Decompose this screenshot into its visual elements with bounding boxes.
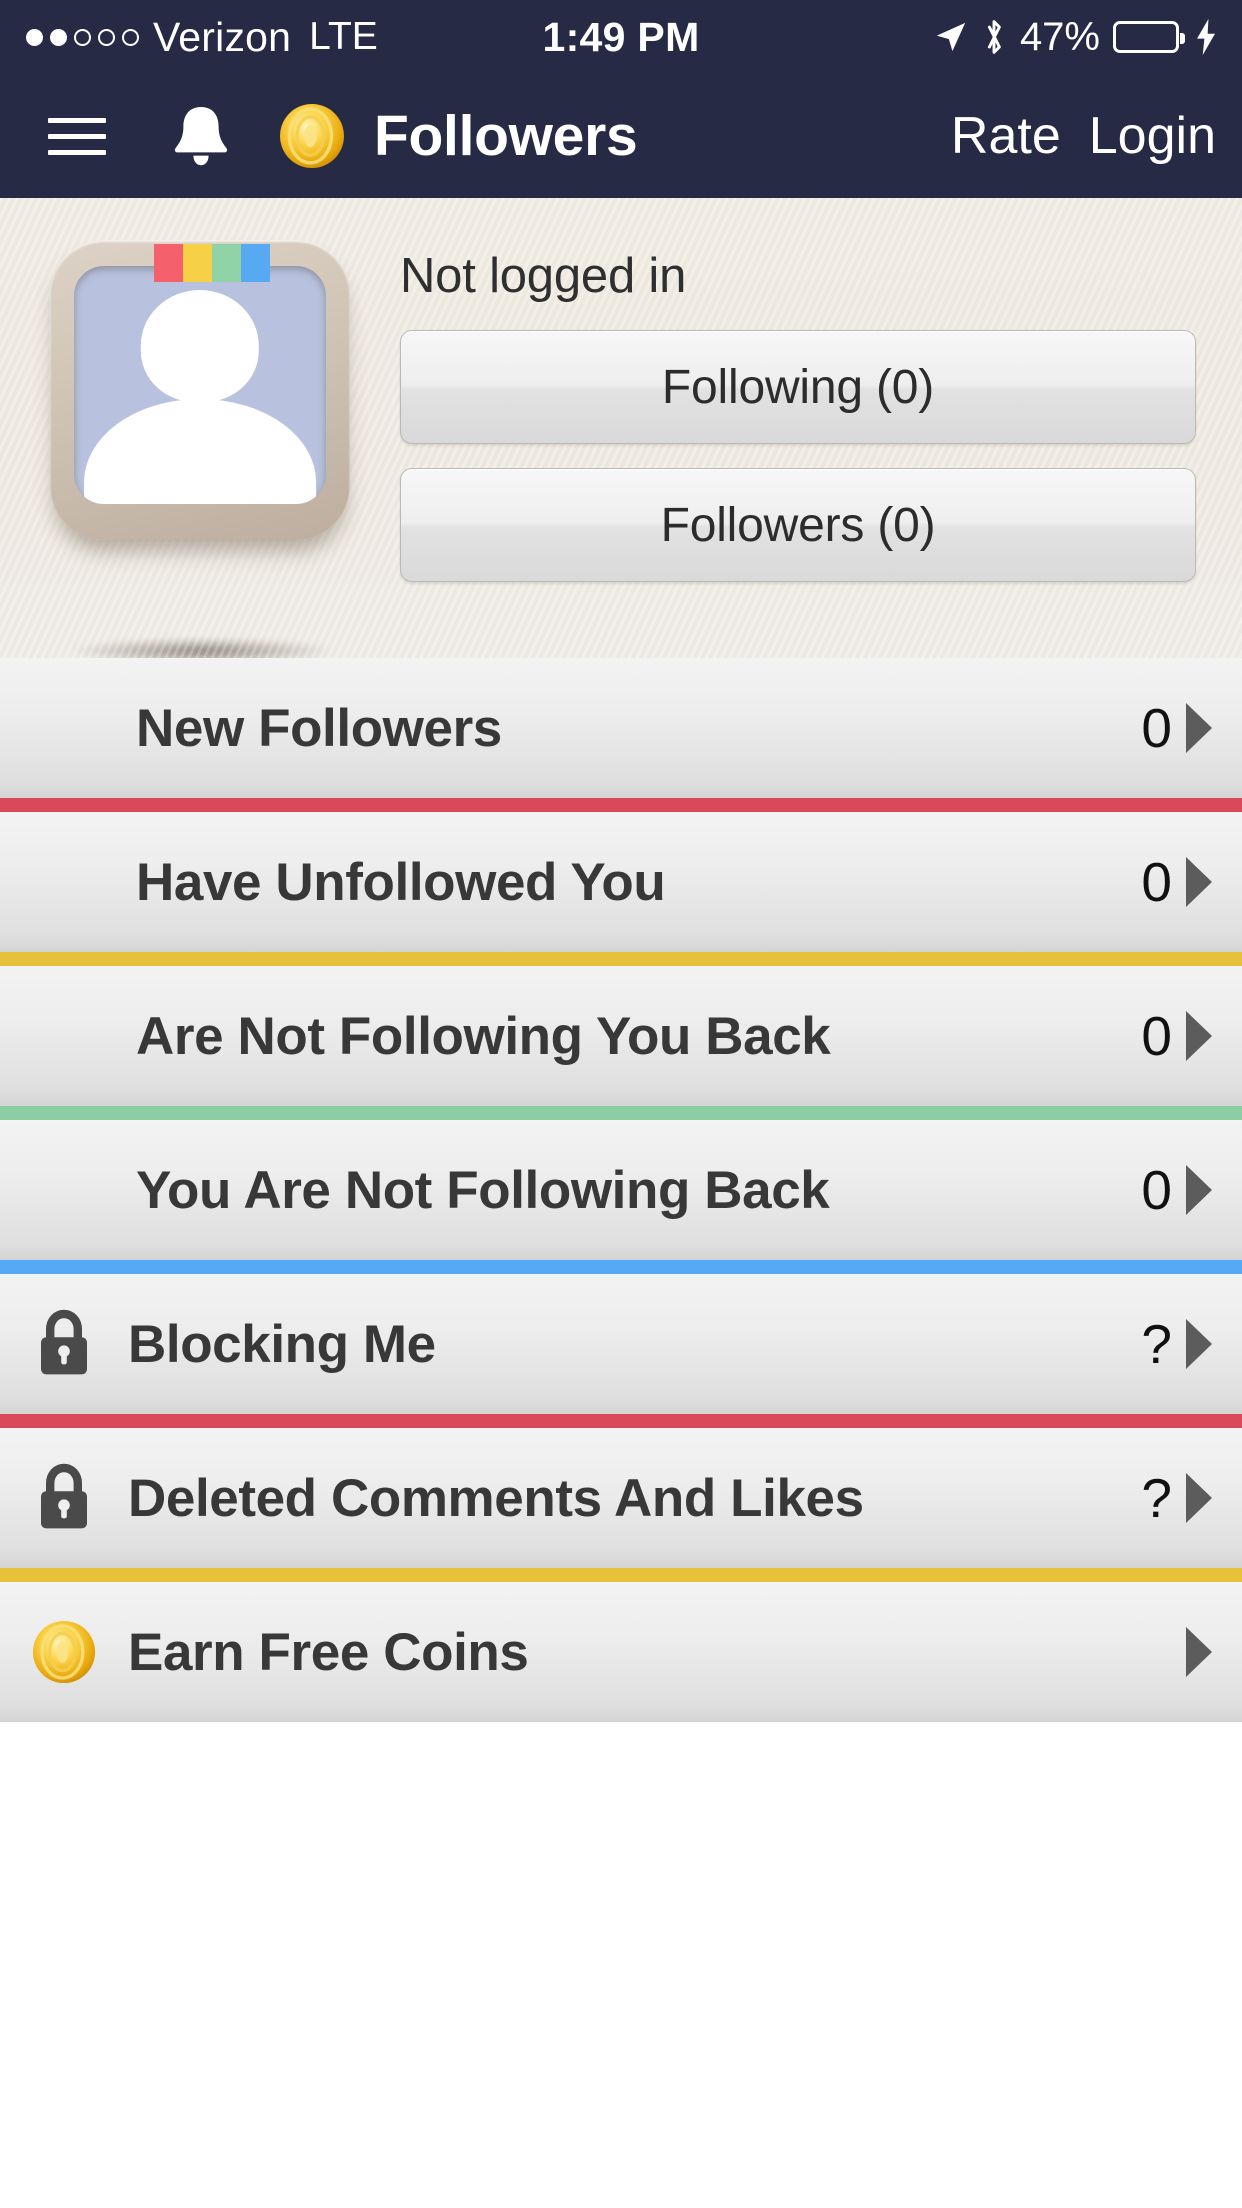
bluetooth-icon [981,17,1007,57]
list-item-value: 0 [1141,696,1172,759]
lock-icon [16,1308,112,1380]
avatar-head-shape [140,289,260,402]
list-item-value: ? [1141,1312,1172,1375]
list-item-label: Have Unfollowed You [136,852,666,912]
profile-panel: Not logged in Following (0) Followers (0… [0,198,1242,664]
row-separator [0,798,1242,812]
gold-coin-icon[interactable] [278,102,346,170]
list-item[interactable]: Are Not Following You Back 0 [0,966,1242,1106]
hamburger-menu-icon[interactable] [48,117,106,155]
list-item-label: New Followers [136,698,502,758]
avatar-frame [50,240,350,540]
list-item[interactable]: You Are Not Following Back 0 [0,1120,1242,1260]
list-item-value: 0 [1141,1158,1172,1221]
chevron-right-icon [1186,1011,1212,1061]
menu-list: New Followers 0 Have Unfollowed You 0 Ar… [0,658,1242,1722]
list-item-label: Deleted Comments And Likes [128,1468,864,1528]
row-separator [0,1260,1242,1274]
notification-bell-icon[interactable] [168,102,234,170]
list-item-trailing: ? [1141,1312,1212,1375]
chevron-right-icon [1186,1165,1212,1215]
page-title: Followers [374,104,638,168]
gold-coin-icon [16,1619,112,1685]
color-tab-yellow [183,244,212,282]
list-item-trailing [1172,1627,1212,1677]
chevron-right-icon [1186,857,1212,907]
list-item[interactable]: Blocking Me ? [0,1274,1242,1414]
color-tab-green [212,244,241,282]
list-item-trailing: 0 [1141,696,1212,759]
battery-icon [1113,21,1185,53]
chevron-right-icon [1186,1319,1212,1369]
following-count-button[interactable]: Following (0) [400,330,1196,444]
color-tabs-strip [154,244,270,282]
color-tab-blue [241,244,270,282]
list-item[interactable]: New Followers 0 [0,658,1242,798]
list-item[interactable]: Deleted Comments And Likes ? [0,1428,1242,1568]
login-button[interactable]: Login [1089,106,1216,166]
default-person-avatar [74,266,326,504]
list-item-value: 0 [1141,1004,1172,1067]
avatar[interactable] [50,240,360,664]
row-separator [0,1106,1242,1120]
location-arrow-icon [934,20,968,54]
avatar-body-shape [84,399,316,504]
list-item-label: Earn Free Coins [128,1622,529,1682]
chevron-right-icon [1186,703,1212,753]
list-item-label: Are Not Following You Back [136,1006,831,1066]
status-bar-right: 47% [934,15,1216,60]
row-separator [0,952,1242,966]
list-item[interactable]: Earn Free Coins [0,1582,1242,1722]
list-item[interactable]: Have Unfollowed You 0 [0,812,1242,952]
list-item-value: ? [1141,1466,1172,1529]
list-item-trailing: 0 [1141,1158,1212,1221]
status-bar: Verizon LTE 1:49 PM 47% [0,0,1242,74]
list-item-trailing: ? [1141,1466,1212,1529]
list-item-trailing: 0 [1141,850,1212,913]
profile-details: Not logged in Following (0) Followers (0… [360,240,1196,658]
chevron-right-icon [1186,1473,1212,1523]
rate-button[interactable]: Rate [951,106,1061,166]
charging-bolt-icon [1192,19,1216,55]
nav-actions: Rate Login [951,106,1216,166]
navigation-bar: Followers Rate Login [0,74,1242,198]
row-separator [0,1568,1242,1582]
list-item-label: Blocking Me [128,1314,436,1374]
login-status-text: Not logged in [400,249,687,303]
followers-count-button[interactable]: Followers (0) [400,468,1196,582]
list-item-label: You Are Not Following Back [136,1160,830,1220]
list-item-value: 0 [1141,850,1172,913]
list-item-trailing: 0 [1141,1004,1212,1067]
row-separator [0,1414,1242,1428]
lock-icon [16,1462,112,1534]
color-tab-red [154,244,183,282]
chevron-right-icon [1186,1627,1212,1677]
battery-percentage: 47% [1019,14,1100,59]
